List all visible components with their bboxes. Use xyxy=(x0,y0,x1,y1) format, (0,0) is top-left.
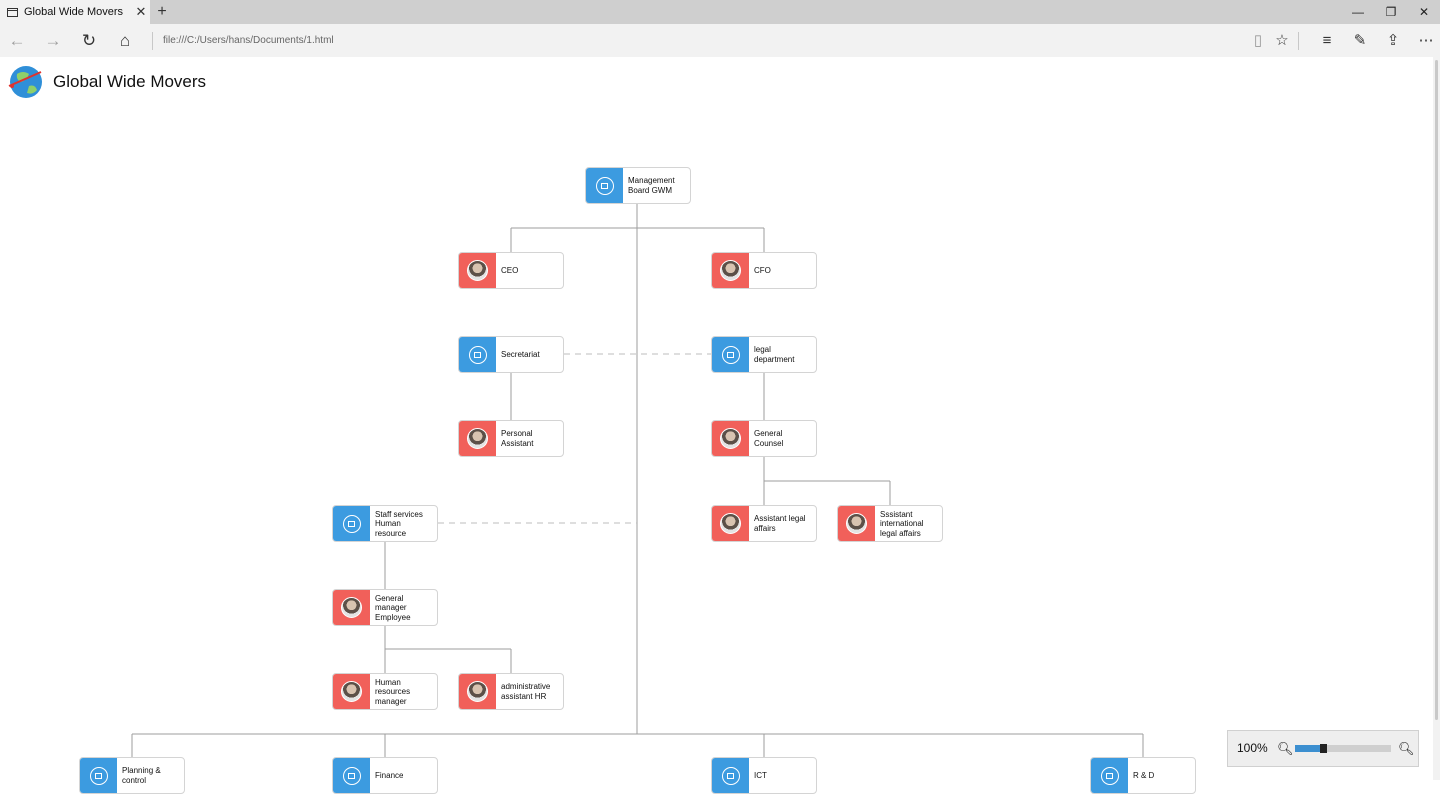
org-node-finance[interactable]: Finance xyxy=(332,757,438,794)
org-node-staff-services[interactable]: Staff services Human resource xyxy=(332,505,438,542)
node-label: Human resources manager xyxy=(375,677,411,706)
building-icon xyxy=(595,176,614,195)
node-label: CEO xyxy=(501,265,519,275)
node-label: Staff services Human resource xyxy=(375,509,423,538)
org-node-hr-manager[interactable]: Human resources manager xyxy=(332,673,438,710)
node-label: administrative assistant HR xyxy=(501,682,551,701)
zoom-in-icon[interactable]: 🔍︎ xyxy=(1398,731,1415,766)
building-icon xyxy=(89,766,108,785)
org-node-ict[interactable]: ICT xyxy=(711,757,817,794)
building-icon xyxy=(721,766,740,785)
org-node-secretariat[interactable]: Secretariat xyxy=(458,336,564,373)
org-node-admin-assistant-hr[interactable]: administrative assistant HR xyxy=(458,673,564,710)
org-node-general-manager[interactable]: General manager Employee xyxy=(332,589,438,626)
org-node-management-board[interactable]: Management Board GWM xyxy=(585,167,691,204)
building-icon xyxy=(468,345,487,364)
avatar xyxy=(720,428,741,449)
node-label: Finance xyxy=(375,770,404,780)
avatar xyxy=(341,597,362,618)
node-label: Planning & control xyxy=(122,766,161,785)
org-node-assistant-legal-affairs[interactable]: Assistant legal affairs xyxy=(711,505,817,542)
node-label: CFO xyxy=(754,265,771,275)
zoom-level-label: 100% xyxy=(1237,741,1268,755)
org-node-cfo[interactable]: CFO xyxy=(711,252,817,289)
building-icon xyxy=(1100,766,1119,785)
node-label: Sssistant international legal affairs xyxy=(880,509,924,538)
node-label: Secretariat xyxy=(501,349,540,359)
node-label: legal department xyxy=(754,345,795,364)
org-chart-connectors xyxy=(131,204,1144,758)
avatar xyxy=(341,681,362,702)
zoom-out-icon[interactable]: 🔍︎ xyxy=(1277,731,1294,766)
node-label: Assistant legal affairs xyxy=(754,514,806,533)
node-label: Personal Assistant xyxy=(501,429,534,448)
org-node-assistant-international-legal[interactable]: Sssistant international legal affairs xyxy=(837,505,943,542)
zoom-slider-fill xyxy=(1295,745,1320,752)
zoom-control: 100% 🔍︎ 🔍︎ xyxy=(1227,730,1419,767)
org-node-personal-assistant[interactable]: Personal Assistant xyxy=(458,420,564,457)
zoom-slider[interactable] xyxy=(1295,744,1391,753)
node-label: General manager Employee xyxy=(375,593,411,622)
avatar xyxy=(720,513,741,534)
node-label: ICT xyxy=(754,770,767,780)
node-label: Management Board GWM xyxy=(628,176,675,195)
org-node-planning-control[interactable]: Planning & control xyxy=(79,757,185,794)
org-node-legal-department[interactable]: legal department xyxy=(711,336,817,373)
org-node-ceo[interactable]: CEO xyxy=(458,252,564,289)
avatar xyxy=(720,260,741,281)
avatar xyxy=(467,681,488,702)
zoom-slider-thumb[interactable] xyxy=(1320,744,1327,753)
node-label: R & D xyxy=(1133,770,1155,780)
avatar xyxy=(467,428,488,449)
building-icon xyxy=(342,514,361,533)
org-node-rnd[interactable]: R & D xyxy=(1090,757,1196,794)
avatar xyxy=(846,513,867,534)
building-icon xyxy=(342,766,361,785)
avatar xyxy=(467,260,488,281)
building-icon xyxy=(721,345,740,364)
org-node-general-counsel[interactable]: General Counsel xyxy=(711,420,817,457)
node-label: General Counsel xyxy=(754,429,784,448)
